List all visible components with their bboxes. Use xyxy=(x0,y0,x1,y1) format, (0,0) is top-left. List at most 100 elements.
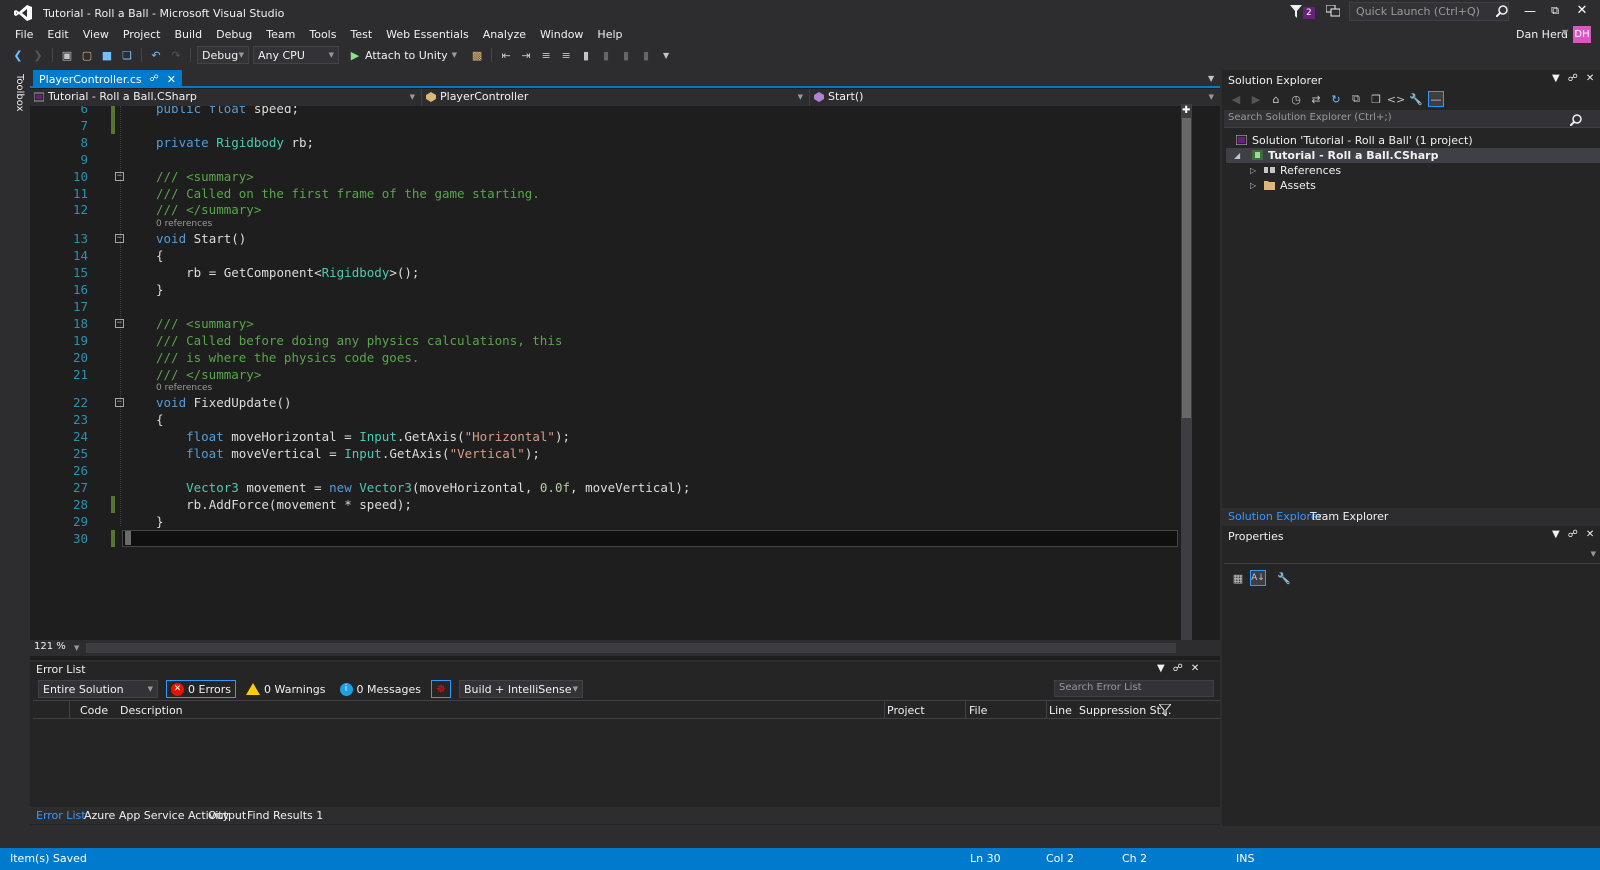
tree-project[interactable]: ◢ Tutorial - Roll a Ball.CSharp xyxy=(1226,148,1600,163)
tree-solution[interactable]: Solution 'Tutorial - Roll a Ball' (1 pro… xyxy=(1236,133,1473,148)
close-button[interactable]: ✕ xyxy=(1574,3,1590,19)
view-code-icon[interactable]: <> xyxy=(1387,91,1405,107)
code-line[interactable]: 30 xyxy=(50,529,1210,547)
show-all-files-icon[interactable]: ❐ xyxy=(1368,91,1384,107)
code-line[interactable]: 9 xyxy=(50,151,1210,168)
back-icon[interactable]: ◀ xyxy=(1228,91,1244,107)
messages-filter-button[interactable]: i0 Messages xyxy=(336,680,425,698)
close-tab-icon[interactable]: ✕ xyxy=(167,73,176,86)
scrollbar-thumb[interactable] xyxy=(1182,118,1191,418)
code-line[interactable]: 6 public float speed; xyxy=(50,106,1210,117)
menu-window[interactable]: Window xyxy=(533,26,590,43)
tab-playercontroller[interactable]: PlayerController.cs ☍ ✕ xyxy=(33,70,182,88)
categorized-icon[interactable]: ▦ xyxy=(1230,570,1246,586)
collapse-icon[interactable]: − xyxy=(115,234,124,244)
undo-icon[interactable]: ↶ xyxy=(148,47,164,63)
navigate-forward-icon[interactable]: ❯ xyxy=(30,47,46,63)
column-suppression-state[interactable]: Suppression St... xyxy=(1079,704,1171,717)
comment-lines-icon[interactable]: ≡ xyxy=(538,47,554,63)
tab-team-explorer[interactable]: Team Explorer xyxy=(1310,510,1388,523)
open-file-icon[interactable]: ▢ xyxy=(79,47,95,63)
collapse-all-icon[interactable]: ⧉ xyxy=(1348,91,1364,107)
window-position-icon[interactable]: ▼ xyxy=(1552,529,1560,540)
codelens-references[interactable]: 0 references xyxy=(156,383,212,394)
avatar[interactable]: DH xyxy=(1573,26,1591,43)
play-icon[interactable]: ▶ xyxy=(347,47,363,63)
code-line[interactable]: 15 rb = GetComponent<Rigidbody>(); xyxy=(50,264,1210,281)
menu-view[interactable]: View xyxy=(76,26,116,43)
column-description[interactable]: Description xyxy=(120,704,183,717)
tab-find-results-1[interactable]: Find Results 1 xyxy=(247,809,323,822)
filter-icon[interactable] xyxy=(1159,704,1171,716)
new-project-icon[interactable]: ▣ xyxy=(59,47,75,63)
toolbox-tab[interactable]: Toolbox xyxy=(9,68,29,128)
build-filter-toggle[interactable]: ✵ xyxy=(430,680,451,698)
expanded-arrow-icon[interactable]: ◢ xyxy=(1234,148,1240,163)
solution-explorer-search-input[interactable]: Search Solution Explorer (Ctrl+;) xyxy=(1224,110,1600,128)
collapsed-arrow-icon[interactable]: ▷ xyxy=(1250,178,1256,193)
user-name[interactable]: Dan Herd xyxy=(1516,28,1568,41)
code-line[interactable]: 10 − /// <summary> xyxy=(50,168,1210,185)
window-position-icon[interactable]: ▼ xyxy=(1157,663,1165,674)
code-line[interactable]: 19 /// Called before doing any physics ca… xyxy=(50,332,1210,349)
tab-solution-explorer[interactable]: Solution Explorer xyxy=(1228,510,1322,523)
menu-help[interactable]: Help xyxy=(590,26,629,43)
alphabetical-icon[interactable]: A↓ xyxy=(1250,570,1266,586)
member-navigation-select[interactable]: Start() ▼ xyxy=(810,89,1220,106)
code-line[interactable]: 18 − /// <summary> xyxy=(50,315,1210,332)
menu-edit[interactable]: Edit xyxy=(40,26,75,43)
code-line[interactable]: 26 xyxy=(50,462,1210,479)
editor-horizontal-scrollbar[interactable] xyxy=(86,643,1176,653)
code-line[interactable]: 11 /// Called on the first frame of the g… xyxy=(50,185,1210,202)
zoom-select[interactable]: 121 % xyxy=(34,641,66,652)
pin-icon[interactable]: ☍ xyxy=(1568,73,1578,84)
pending-changes-filter-icon[interactable]: ◷ xyxy=(1288,91,1304,107)
redo-icon[interactable]: ↷ xyxy=(168,47,184,63)
chevron-down-icon[interactable]: ▼ xyxy=(452,51,457,59)
save-icon[interactable]: ■ xyxy=(99,47,115,63)
error-scope-select[interactable]: Entire Solution ▼ xyxy=(38,680,158,698)
solution-configuration-select[interactable]: Debug ▼ xyxy=(197,46,249,64)
chevron-down-icon[interactable]: ▼ xyxy=(1591,550,1596,558)
quick-launch-input[interactable]: Quick Launch (Ctrl+Q) xyxy=(1349,2,1509,21)
build-intellisense-select[interactable]: Build + IntelliSense ▼ xyxy=(459,680,583,698)
menu-project[interactable]: Project xyxy=(116,26,168,43)
class-navigation-select[interactable]: PlayerController ▼ xyxy=(422,89,810,106)
previous-bookmark-icon[interactable]: ▮ xyxy=(598,47,614,63)
bookmark-icon[interactable]: ▮ xyxy=(578,47,594,63)
window-position-icon[interactable]: ▼ xyxy=(1552,73,1560,84)
close-icon[interactable]: ✕ xyxy=(1586,529,1594,540)
column-code[interactable]: Code xyxy=(80,704,108,717)
tree-assets[interactable]: ▷ Assets xyxy=(1250,178,1316,193)
find-in-files-icon[interactable]: ▩ xyxy=(469,47,485,63)
save-all-icon[interactable]: ❏ xyxy=(119,47,135,63)
code-line[interactable]: 21 /// </summary> xyxy=(50,366,1210,383)
tree-references[interactable]: ▷ References xyxy=(1250,163,1341,178)
split-editor-icon[interactable]: ✚ xyxy=(1182,106,1191,116)
menu-file[interactable]: File xyxy=(8,26,40,43)
solution-platform-select[interactable]: Any CPU ▼ xyxy=(253,46,339,64)
warnings-filter-button[interactable]: 0 Warnings xyxy=(242,680,329,698)
tab-error-list[interactable]: Error List xyxy=(36,809,86,822)
code-line[interactable]: 20 /// is where the physics code goes. xyxy=(50,349,1210,366)
column-line[interactable]: Line xyxy=(1049,704,1072,717)
menu-debug[interactable]: Debug xyxy=(209,26,259,43)
code-line[interactable]: 27 Vector3 movement = new Vector3(moveHo… xyxy=(50,479,1210,496)
properties-wrench-icon[interactable]: 🔧 xyxy=(1408,91,1424,107)
collapse-icon[interactable]: − xyxy=(115,318,124,328)
menu-analyze[interactable]: Analyze xyxy=(476,26,533,43)
feedback-icon[interactable] xyxy=(1326,5,1340,17)
column-file[interactable]: File xyxy=(969,704,987,717)
code-line[interactable]: 22 − void FixedUpdate() xyxy=(50,394,1210,411)
step-into-icon[interactable]: ⇤ xyxy=(498,47,514,63)
pin-icon[interactable]: ☍ xyxy=(150,74,159,84)
code-line[interactable]: 23 { xyxy=(50,411,1210,428)
pin-icon[interactable]: ☍ xyxy=(1173,663,1183,674)
code-line[interactable]: 16} xyxy=(50,281,1210,298)
restore-button[interactable]: ⧉ xyxy=(1547,4,1563,20)
uncomment-lines-icon[interactable]: ≡ xyxy=(558,47,574,63)
preview-selected-items-icon[interactable]: — xyxy=(1428,91,1444,107)
forward-icon[interactable]: ▶ xyxy=(1248,91,1264,107)
code-line[interactable]: 7 xyxy=(50,116,1210,134)
menu-team[interactable]: Team xyxy=(259,26,302,43)
